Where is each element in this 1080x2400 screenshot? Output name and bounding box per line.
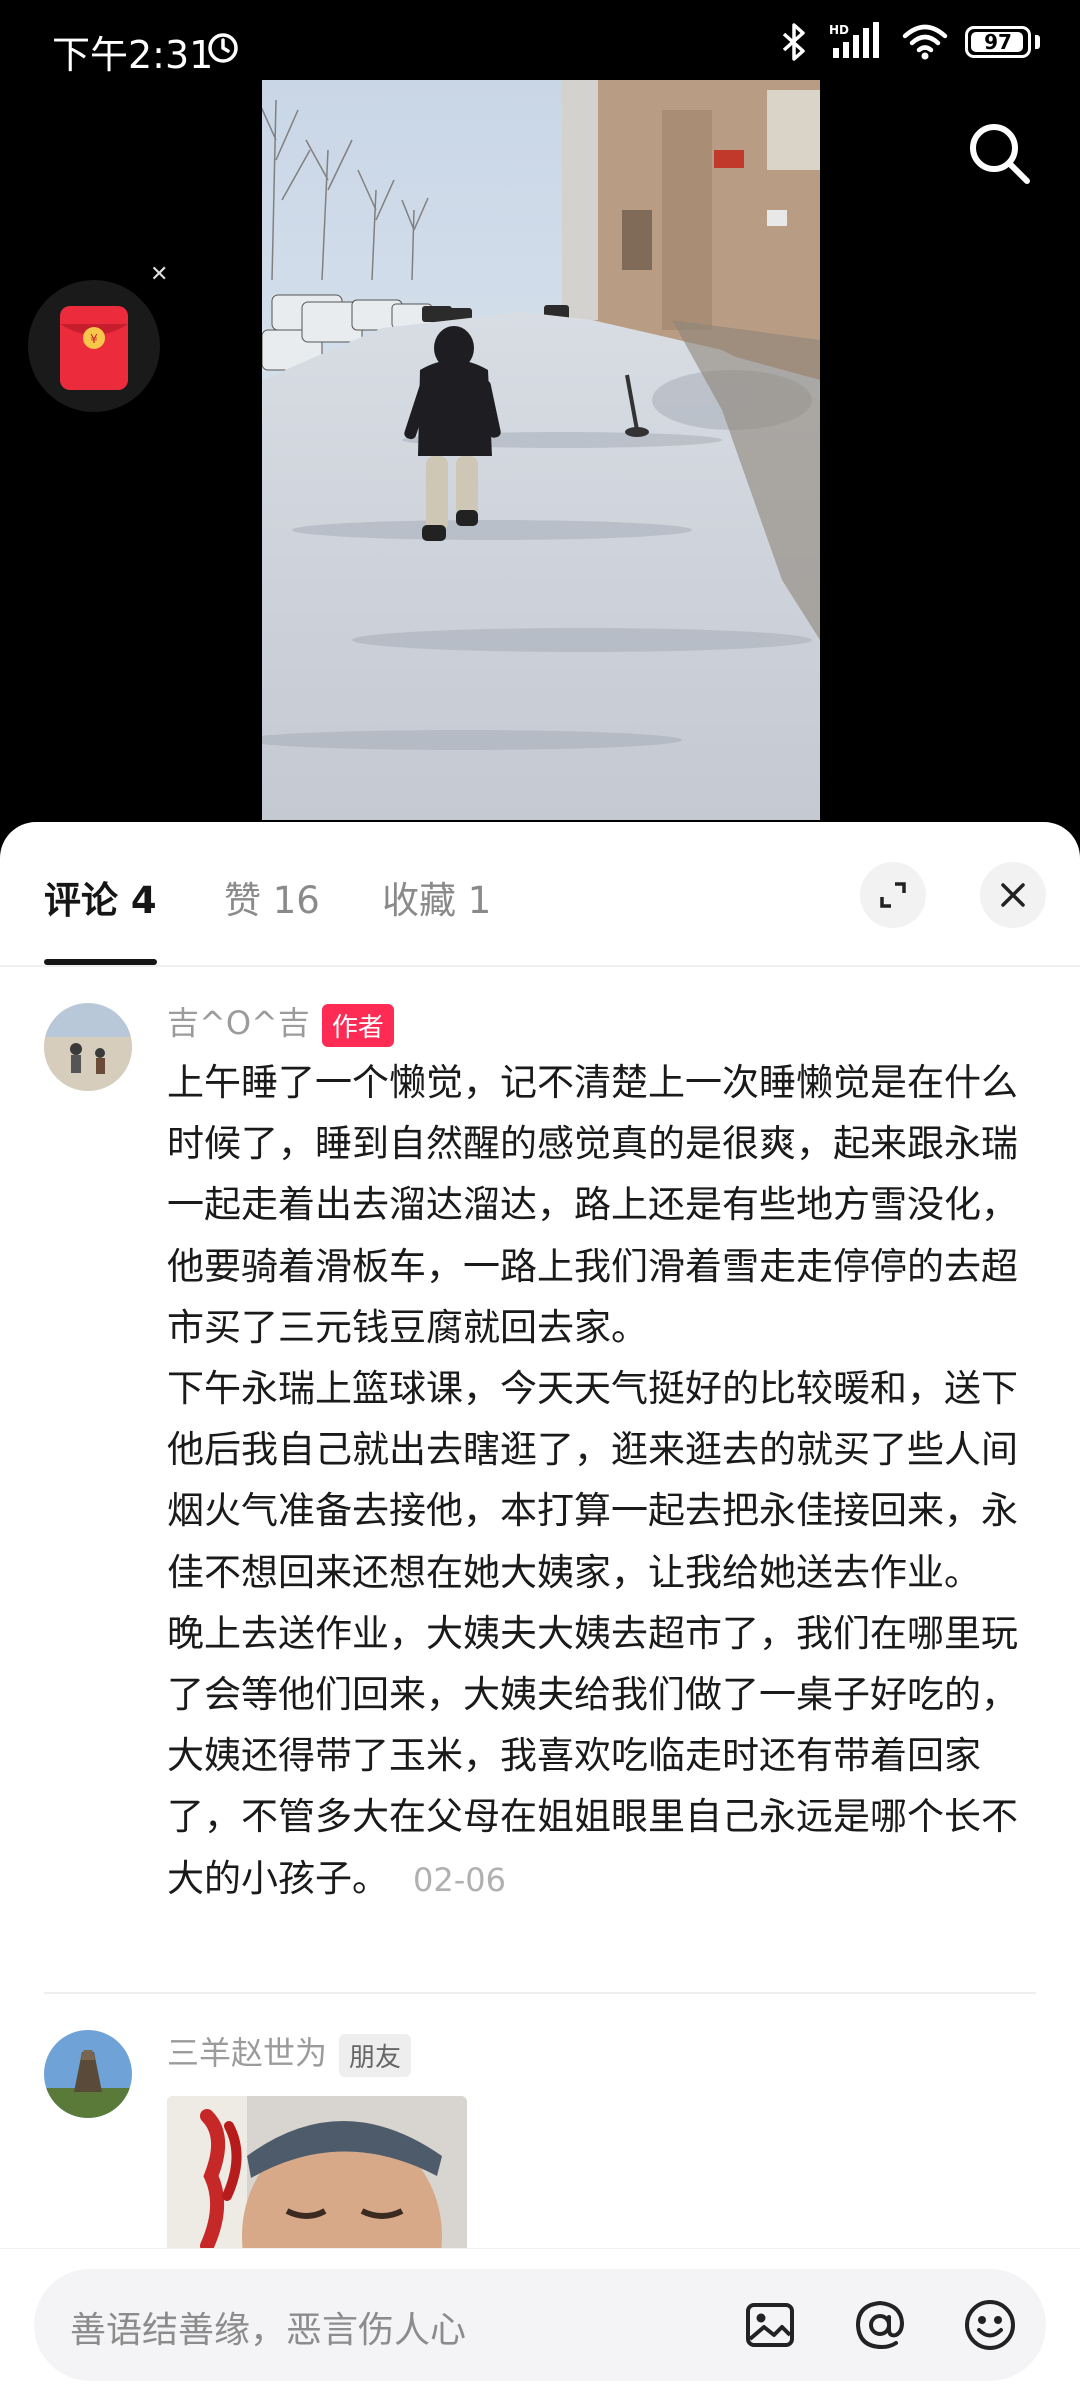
battery-icon: 97 [965,26,1031,58]
comment-divider [44,1992,1036,1994]
close-button[interactable] [980,862,1046,928]
svg-text:HD: HD [829,23,849,37]
username[interactable]: 吉^O^吉 [167,1004,310,1042]
red-packet-icon: ¥ [60,306,128,390]
video-area[interactable]: ¥ ✕ [0,80,1080,840]
avatar[interactable] [44,1003,132,1091]
expand-button[interactable] [860,862,926,928]
battery-level: 97 [984,30,1012,54]
username[interactable]: 三羊赵世为 [167,2034,327,2072]
red-packet-close-icon[interactable]: ✕ [150,262,168,287]
comment-author-line: 三羊赵世为 朋友 [167,2028,412,2077]
comment-author-line: 吉^O^吉 作者 [167,998,394,1047]
image-icon[interactable] [742,2297,798,2353]
comment-input-bar: 善语结善缘，恶言伤人心 [0,2248,1080,2400]
friend-badge: 朋友 [339,2033,412,2077]
hd-signal-icon: HD [829,22,879,58]
comment-date: 02-06 [413,1860,506,1899]
tab-likes[interactable]: 赞 16 [224,870,320,924]
comment-paragraph-text: 晚上去送作业，大姨夫大姨去超市了，我们在哪里玩了会等他们回来，大姨夫给我们做了一… [167,1611,1018,1900]
battery-tip [1035,35,1040,49]
tab-comments[interactable]: 评论 4 [44,870,157,924]
comment-paragraph: 下午永瑞上篮球课，今天天气挺好的比较暖和，送下他后我自己就出去瞎逛了，逛来逛去的… [167,1367,1018,1594]
author-badge: 作者 [321,1003,394,1047]
active-tab-indicator [44,959,157,965]
tab-bar: 评论 4 赞 16 收藏 1 [0,822,1080,967]
comment-text: 上午睡了一个懒觉，记不清楚上一次睡懒觉是在什么时候了，睡到自然醒的感觉真的是很爽… [167,1052,1037,1911]
comments-sheet: 评论 4 赞 16 收藏 1 吉^O^吉 作者 上午睡了一个懒觉，记不清楚上一次… [0,822,1080,2400]
alarm-icon [208,33,238,63]
avatar-image [44,1003,132,1091]
video-frame[interactable] [262,80,820,820]
close-icon [1001,883,1025,907]
red-packet-button[interactable]: ¥ [28,280,160,412]
tab-favorites[interactable]: 收藏 1 [382,870,491,924]
search-icon[interactable] [964,118,1034,188]
comment-input[interactable]: 善语结善缘，恶言伤人心 [34,2269,1046,2381]
at-icon[interactable] [852,2297,908,2353]
svg-text:¥: ¥ [90,332,98,346]
status-time: 下午2:31 [52,33,214,77]
expand-icon [880,882,906,908]
avatar[interactable] [44,2030,132,2118]
bluetooth-icon [782,23,805,61]
comment-paragraph: 晚上去送作业，大姨夫大姨去超市了，我们在哪里玩了会等他们回来，大姨夫给我们做了一… [167,1603,1037,1911]
comment-paragraph: 上午睡了一个懒觉，记不清楚上一次睡懒觉是在什么时候了，睡到自然醒的感觉真的是很爽… [167,1061,1018,1349]
wifi-icon [902,24,948,60]
avatar-image [44,2030,132,2118]
emoji-icon[interactable] [962,2297,1018,2353]
comment-input-placeholder: 善语结善缘，恶言伤人心 [70,2310,467,2351]
status-icons: HD 97 [777,22,1040,62]
status-bar: 下午2:31 HD 97 [0,0,1080,80]
